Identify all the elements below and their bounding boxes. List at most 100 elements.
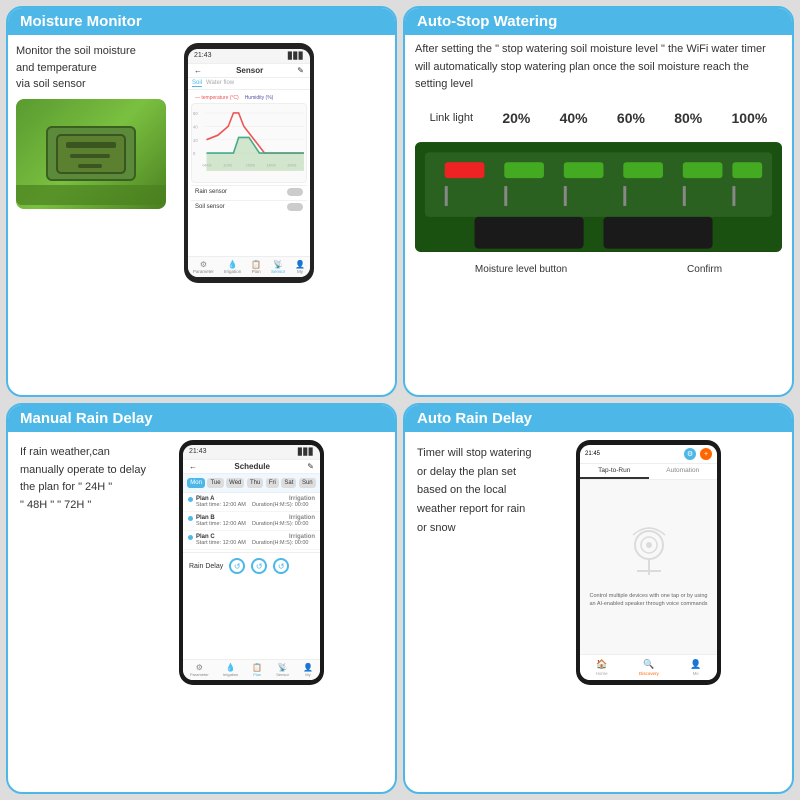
schedule-navbar: ⚙ Parameter 💧 Irrigation 📋 Plan 📡 (183, 659, 320, 680)
auto-tabs: Tap-to-Run Automation (580, 464, 717, 480)
auto-rain-body: Timer will stop watering or delay the pl… (405, 432, 792, 792)
nav-irrigation[interactable]: 💧 Irrigation (224, 260, 242, 274)
auto-rain-header: Auto Rain Delay (405, 405, 792, 432)
svg-text:15/03: 15/03 (246, 163, 255, 167)
link-light-label: Link light (430, 112, 473, 124)
days-row: Mon Tue Wed Thu Fri Sat Sun (183, 474, 320, 493)
manual-rain-header: Manual Rain Delay (8, 405, 395, 432)
day-tue[interactable]: Tue (207, 478, 223, 488)
home-icon: 🏠 (596, 659, 607, 670)
schedule-screen: 21:43 ▊▊▊ ← Schedule ✎ Mon Tue Wed Thu F… (183, 445, 320, 680)
sensor-tabs: Soil Water flow (188, 78, 310, 90)
plan-a: Plan A Irrigation Start time: 12:00 AM D… (183, 493, 320, 512)
moisture-monitor-header: Moisture Monitor (8, 8, 395, 35)
soil-sensor-toggle[interactable] (287, 203, 303, 211)
rain-sensor-toggle[interactable] (287, 188, 303, 196)
phone-navbar: ⚙ Parameter 💧 Irrigation 📋 Plan 📡 (188, 256, 310, 277)
delay-48h-icon[interactable]: ↺ (251, 558, 267, 574)
auto-navbar: 🏠 Home 🔍 Discovery 👤 Me (580, 654, 717, 680)
day-mon[interactable]: Mon (187, 478, 205, 488)
nav-parameter[interactable]: ⚙ Parameter (193, 260, 214, 274)
nav-plan[interactable]: 📋 Plan (251, 260, 261, 274)
svg-text:20: 20 (193, 138, 198, 143)
rain-delay-row: Rain Delay ↺ ↺ ↺ (183, 552, 320, 579)
moisture-desc: Monitor the soil moisture and temperatur… (16, 43, 176, 93)
main-grid: Moisture Monitor Monitor the soil moistu… (0, 0, 800, 800)
day-wed[interactable]: Wed (226, 478, 244, 488)
phone-nav-row: ← Sensor ✎ (188, 64, 310, 78)
moisture-board-image (415, 142, 782, 252)
phone-topbar: 21:43 ▊▊▊ (188, 49, 310, 64)
svg-text:0: 0 (193, 151, 196, 156)
nav-my[interactable]: 👤 My (295, 260, 305, 274)
auto-nav-discovery[interactable]: 🔍 Discovery (639, 659, 659, 676)
discovery-label: Discovery (639, 671, 659, 676)
auto-rain-left-panel: Timer will stop watering or delay the pl… (413, 440, 568, 541)
schedule-nav-my[interactable]: 👤 My (303, 663, 313, 677)
auto-stop-card: Auto-Stop Watering After setting the " s… (403, 6, 794, 397)
svg-text:16/03: 16/03 (267, 163, 276, 167)
moisture-left-panel: Monitor the soil moisture and temperatur… (16, 43, 176, 387)
svg-text:60: 60 (193, 111, 198, 116)
day-sun[interactable]: Sun (299, 478, 316, 488)
home-label: Home (596, 671, 608, 676)
automation-phone-mockup: 21:45 ⚙ + Tap-to-Run Automation (576, 440, 721, 685)
svg-text:04/03: 04/03 (202, 163, 211, 167)
sensor-image (16, 99, 166, 209)
nav-sensor[interactable]: 📡 Sensor (271, 260, 285, 274)
delay-24h-icon[interactable]: ↺ (229, 558, 245, 574)
tab-automation[interactable]: Automation (649, 464, 718, 479)
manual-desc: If rain weather,can manually operate to … (16, 440, 171, 518)
delay-72h-icon[interactable]: ↺ (273, 558, 289, 574)
manual-rain-title: Manual Rain Delay (20, 410, 153, 427)
levels-row: Link light 20% 40% 60% 80% 100% (415, 110, 782, 126)
manual-rain-card: Manual Rain Delay If rain weather,can ma… (6, 403, 397, 794)
schedule-nav-irrigation[interactable]: 💧 Irrigation (223, 663, 239, 677)
tab-tap-to-run[interactable]: Tap-to-Run (580, 464, 649, 479)
add-icon[interactable]: + (700, 448, 712, 460)
auto-stop-header: Auto-Stop Watering (405, 8, 792, 35)
schedule-nav-row: ← Schedule ✎ (183, 460, 320, 474)
auto-rain-card: Auto Rain Delay Timer will stop watering… (403, 403, 794, 794)
soil-sensor-row: Soil sensor (191, 200, 307, 213)
phone-chart-area: — temperature (°C) Humidity (%) 60 40 20… (188, 90, 310, 256)
auto-rain-desc: Timer will stop watering or delay the pl… (413, 440, 568, 541)
auto-nav-me[interactable]: 👤 Me (690, 659, 701, 676)
schedule-nav-sensor[interactable]: 📡 Sensor (276, 663, 289, 677)
svg-text:20/03: 20/03 (287, 163, 296, 167)
day-fri[interactable]: Fri (266, 478, 279, 488)
schedule-topbar: 21:43 ▊▊▊ (183, 445, 320, 460)
empty-state-illustration (619, 525, 679, 585)
plan-b: Plan B Irrigation Start time: 12:00 AM D… (183, 512, 320, 531)
manual-left-panel: If rain weather,can manually operate to … (16, 440, 171, 784)
svg-text:11/03: 11/03 (223, 163, 232, 167)
bottom-labels: Moisture level button Confirm (415, 264, 782, 275)
plan-c: Plan C Irrigation Start time: 12:00 AM D… (183, 531, 320, 550)
schedule-phone-mockup: 21:43 ▊▊▊ ← Schedule ✎ Mon Tue Wed Thu F… (179, 440, 324, 685)
day-sat[interactable]: Sat (281, 478, 296, 488)
auto-rain-title: Auto Rain Delay (417, 410, 532, 427)
auto-stop-title: Auto-Stop Watering (417, 13, 557, 30)
settings-icon[interactable]: ⚙ (684, 448, 696, 460)
sensor-phone-screen: 21:43 ▊▊▊ ← Sensor ✎ Soil Water flow (188, 49, 310, 277)
auto-caption: Control multiple devices with one tap or… (588, 593, 709, 608)
schedule-nav-plan[interactable]: 📋 Plan (252, 663, 262, 677)
day-thu[interactable]: Thu (247, 478, 263, 488)
automation-screen: 21:45 ⚙ + Tap-to-Run Automation (580, 445, 717, 680)
auto-content-area: Control multiple devices with one tap or… (580, 480, 717, 654)
me-label: Me (693, 671, 699, 676)
me-icon: 👤 (690, 659, 701, 670)
moisture-monitor-title: Moisture Monitor (20, 13, 142, 30)
rain-sensor-row: Rain sensor (191, 185, 307, 198)
confirm-label: Confirm (687, 264, 722, 275)
auto-topbar: 21:45 ⚙ + (580, 445, 717, 464)
moisture-level-button-label: Moisture level button (475, 264, 567, 275)
schedule-nav-parameter[interactable]: ⚙ Parameter (190, 663, 209, 677)
sensor-phone-mockup: 21:43 ▊▊▊ ← Sensor ✎ Soil Water flow (184, 43, 314, 283)
auto-stop-body: After setting the " stop watering soil m… (405, 35, 792, 395)
sensor-device (46, 126, 136, 181)
auto-nav-home[interactable]: 🏠 Home (596, 659, 608, 676)
chart-area: 60 40 20 0 (191, 103, 307, 183)
moisture-monitor-card: Moisture Monitor Monitor the soil moistu… (6, 6, 397, 397)
rain-delay-label: Rain Delay (189, 563, 223, 570)
